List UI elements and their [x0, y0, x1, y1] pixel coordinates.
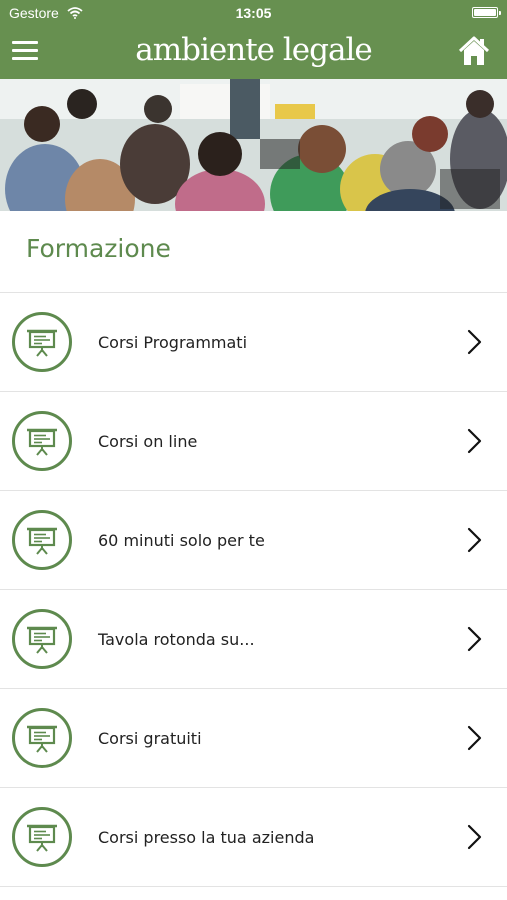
list-item[interactable]: Tavola rotonda su...	[0, 590, 507, 689]
presentation-board-icon	[12, 807, 72, 867]
presentation-board-icon	[12, 708, 72, 768]
list-item-label: Corsi Programmati	[98, 333, 248, 352]
clock: 13:05	[235, 5, 272, 21]
list-item[interactable]: Corsi Programmati	[0, 293, 507, 392]
list-item-label: Corsi presso la tua azienda	[98, 828, 315, 847]
app-title: ambiente legale	[135, 32, 372, 68]
app-header: Gestore 13:05 ambiente legale	[0, 0, 507, 79]
presentation-board-icon	[12, 510, 72, 570]
battery-icon	[472, 7, 501, 18]
list-item[interactable]: Corsi presso la tua azienda	[0, 788, 507, 887]
list-item-label: Tavola rotonda su...	[98, 630, 255, 649]
home-button[interactable]	[458, 35, 490, 67]
list-item[interactable]: Corsi gratuiti	[0, 689, 507, 788]
chevron-right-icon	[464, 824, 484, 850]
chevron-right-icon	[464, 626, 484, 652]
status-bar: Gestore 13:05	[0, 0, 507, 28]
presentation-board-icon	[12, 411, 72, 471]
list-item[interactable]: 60 minuti solo per te	[0, 491, 507, 590]
chevron-right-icon	[464, 329, 484, 355]
nav-bar: ambiente legale	[0, 28, 507, 79]
chevron-right-icon	[464, 428, 484, 454]
list-item-label: 60 minuti solo per te	[98, 531, 265, 550]
presentation-board-icon	[12, 609, 72, 669]
chevron-right-icon	[464, 725, 484, 751]
list-item-label: Corsi gratuiti	[98, 729, 202, 748]
list-item-label: Corsi on line	[98, 432, 198, 451]
hero-image	[0, 79, 507, 211]
chevron-right-icon	[464, 527, 484, 553]
course-list: Corsi Programmati Corsi on line 60 minuti …	[0, 292, 507, 887]
list-item[interactable]: Corsi on line	[0, 392, 507, 491]
section-title: Formazione	[26, 234, 171, 263]
presentation-board-icon	[12, 312, 72, 372]
